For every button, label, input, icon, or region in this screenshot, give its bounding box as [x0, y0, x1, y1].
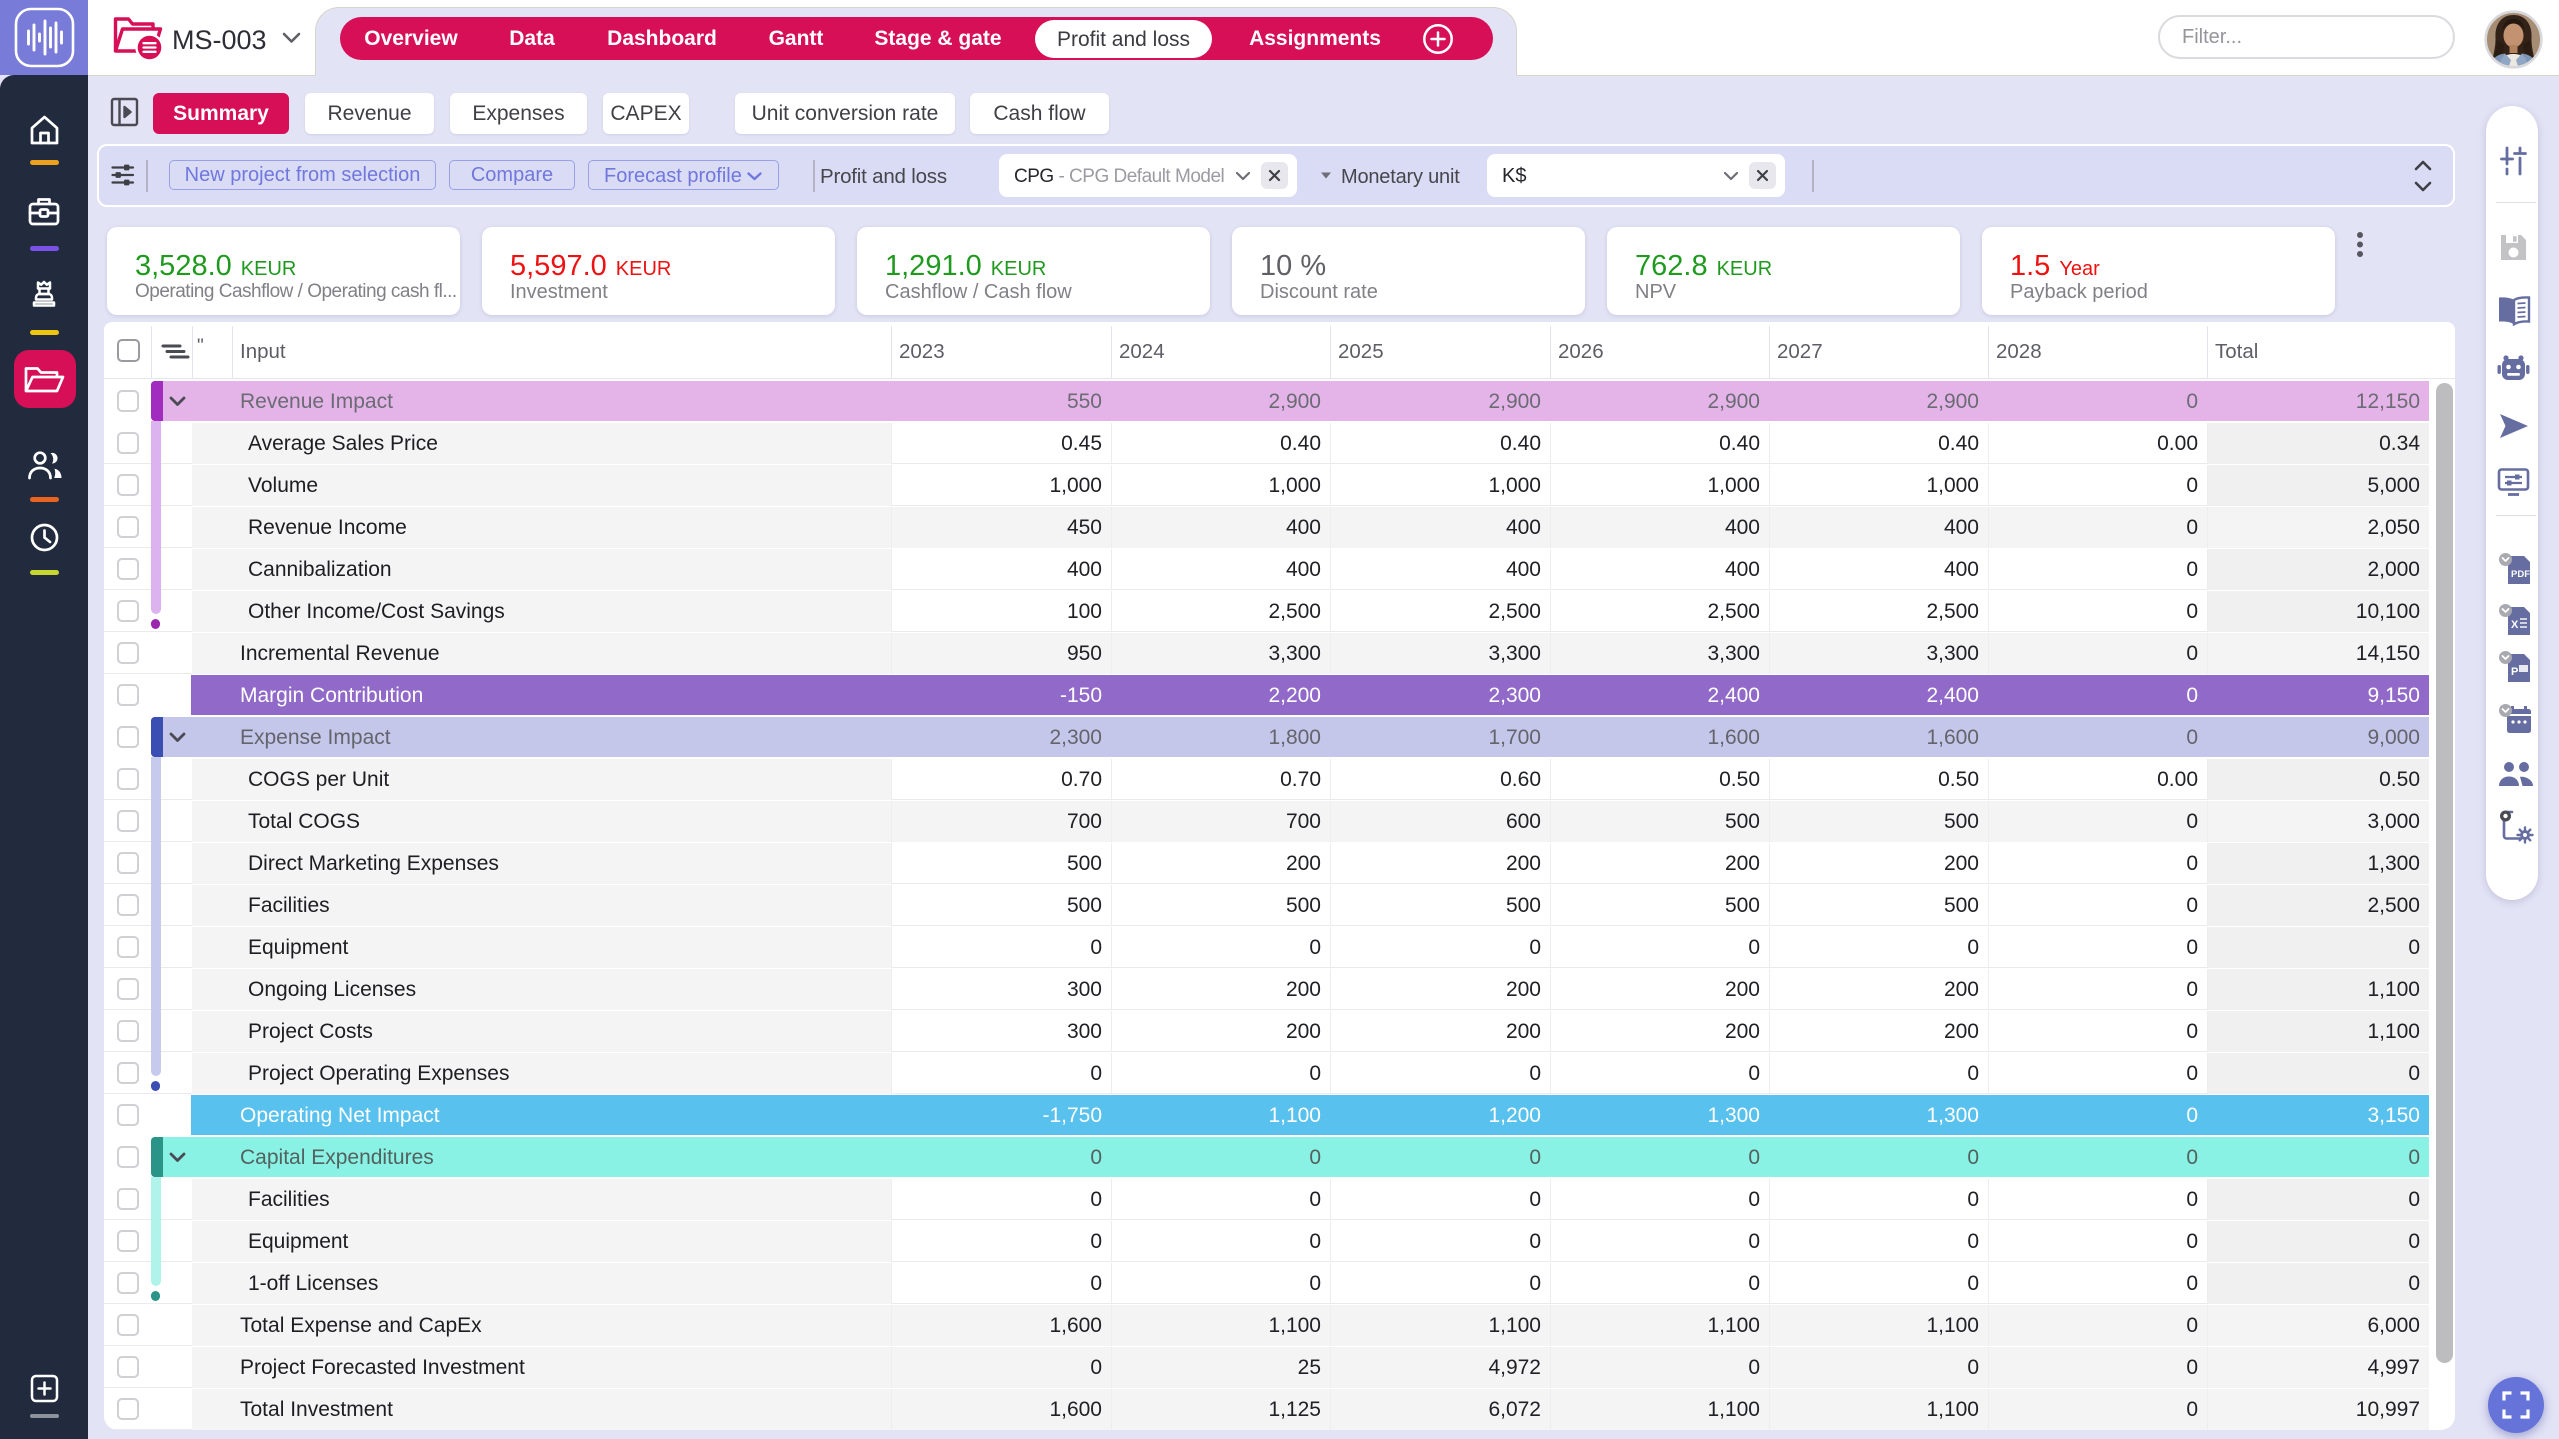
svg-text:X: X	[2511, 619, 2519, 631]
svg-text:PDF: PDF	[2511, 569, 2530, 580]
svg-text:P: P	[2511, 666, 2518, 678]
